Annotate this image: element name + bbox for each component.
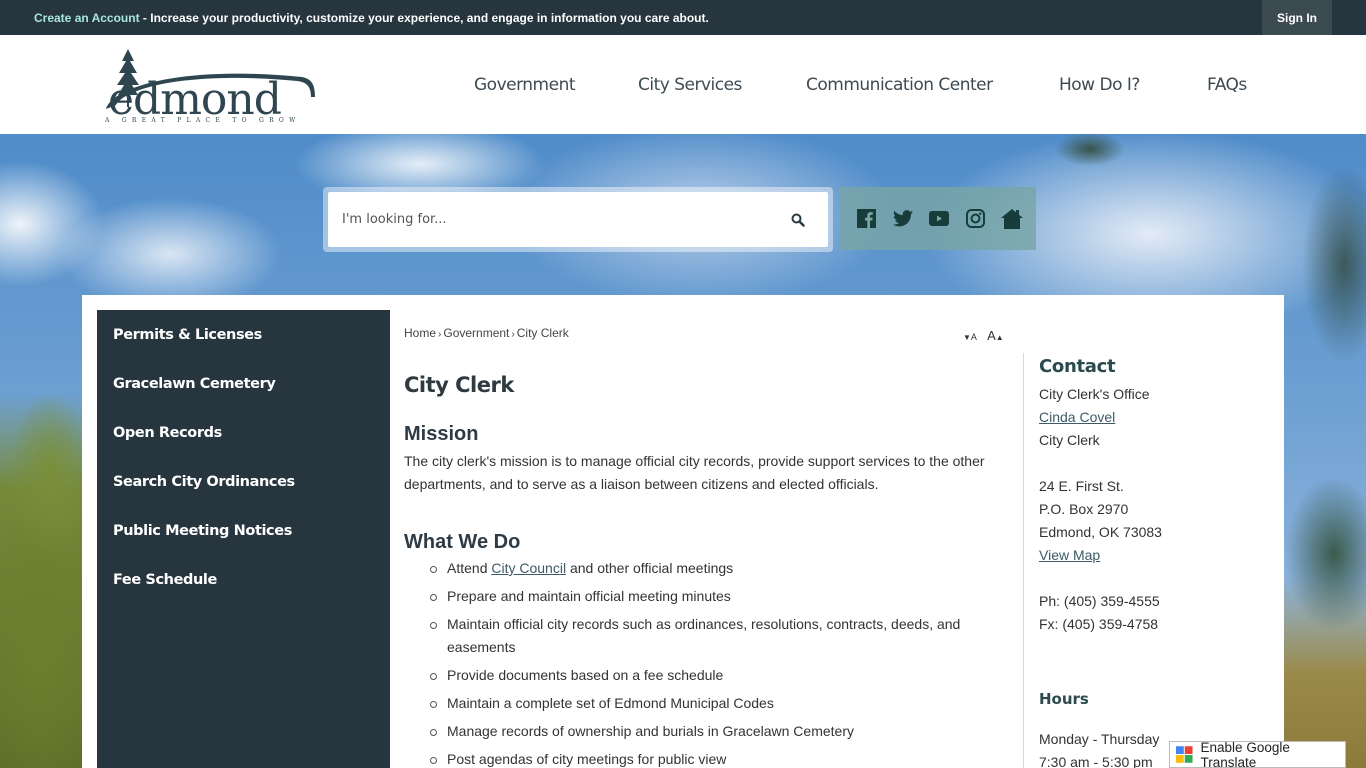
nav-how-do-i[interactable]: How Do I? bbox=[1059, 75, 1140, 95]
contact-address-line1: 24 E. First St. bbox=[1039, 478, 1124, 494]
list-item: Manage records of ownership and burials … bbox=[430, 720, 1010, 743]
increase-font-label: A bbox=[987, 328, 996, 343]
contact-person-link[interactable]: Cinda Covel bbox=[1039, 409, 1115, 425]
create-account-link[interactable]: Create an Account bbox=[34, 11, 140, 25]
list-item-text: and other official meetings bbox=[566, 560, 734, 576]
triangle-up-icon: ▲ bbox=[995, 333, 1004, 342]
tree-foliage-right bbox=[1284, 134, 1366, 768]
list-item: Provide documents based on a fee schedul… bbox=[430, 664, 1010, 687]
account-promo-text: - Increase your productivity, customize … bbox=[139, 11, 709, 25]
mission-heading: Mission bbox=[404, 423, 479, 445]
site-search bbox=[323, 187, 833, 252]
contact-address-line2: P.O. Box 2970 bbox=[1039, 501, 1129, 517]
what-we-do-list: Attend City Council and other official m… bbox=[430, 557, 1010, 768]
nav-city-services[interactable]: City Services bbox=[638, 75, 742, 95]
decrease-font-label: A bbox=[970, 332, 977, 342]
mission-text: The city clerk's mission is to manage of… bbox=[404, 453, 985, 492]
social-links bbox=[840, 187, 1036, 250]
svg-text:A GREAT PLACE TO GROW: A GREAT PLACE TO GROW bbox=[104, 117, 301, 123]
contact-phone: Ph: (405) 359-4555 bbox=[1039, 593, 1160, 609]
twitter-icon bbox=[892, 210, 913, 227]
breadcrumb-home[interactable]: Home bbox=[404, 326, 436, 340]
list-item: Maintain official city records such as o… bbox=[430, 613, 1010, 659]
increase-font-button[interactable]: A▲ bbox=[987, 328, 1004, 343]
list-item-text: Attend bbox=[447, 560, 492, 576]
search-icon bbox=[791, 213, 805, 227]
tree-branch-top bbox=[1030, 134, 1140, 194]
sign-in-button[interactable]: Sign In bbox=[1262, 0, 1332, 35]
font-size-controls: ▼A A▲ bbox=[963, 328, 1004, 343]
google-translate-icon bbox=[1176, 746, 1193, 763]
breadcrumb: Home › Government › City Clerk bbox=[404, 326, 569, 340]
facebook-link[interactable] bbox=[854, 207, 878, 231]
contact-block: Contact City Clerk's Office Cinda Covel … bbox=[1039, 356, 1274, 636]
sidebar-item-open-records[interactable]: Open Records bbox=[113, 425, 222, 441]
instagram-icon bbox=[965, 209, 985, 228]
hours-block: Monday - Thursday 7:30 am - 5:30 pm bbox=[1039, 728, 1159, 768]
city-council-link[interactable]: City Council bbox=[491, 560, 566, 576]
google-translate-label: Enable Google Translate bbox=[1200, 739, 1290, 768]
account-message: Create an Account - Increase your produc… bbox=[34, 11, 709, 25]
home-link[interactable] bbox=[1000, 207, 1024, 231]
home-icon bbox=[1000, 208, 1023, 229]
page-title: City Clerk bbox=[404, 373, 514, 397]
youtube-link[interactable] bbox=[927, 207, 951, 231]
view-map-link[interactable]: View Map bbox=[1039, 547, 1100, 563]
triangle-down-icon: ▼ bbox=[963, 333, 971, 342]
search-button[interactable] bbox=[768, 192, 828, 247]
site-header: edmond A GREAT PLACE TO GROW Government … bbox=[0, 35, 1366, 134]
what-we-do-heading: What We Do bbox=[404, 531, 521, 553]
list-item: Prepare and maintain official meeting mi… bbox=[430, 585, 1010, 608]
contact-address-line3: Edmond, OK 73083 bbox=[1039, 524, 1162, 540]
google-translate-button[interactable]: Enable Google Translate bbox=[1169, 739, 1346, 768]
account-bar: Create an Account - Increase your produc… bbox=[0, 0, 1366, 35]
main-nav: Government City Services Communication C… bbox=[0, 75, 1366, 101]
nav-government[interactable]: Government bbox=[474, 75, 576, 95]
contact-office: City Clerk's Office bbox=[1039, 386, 1150, 402]
hours-time: 7:30 am - 5:30 pm bbox=[1039, 754, 1153, 768]
nav-faqs[interactable]: FAQs bbox=[1207, 75, 1247, 95]
breadcrumb-separator: › bbox=[438, 329, 442, 340]
search-box bbox=[328, 192, 828, 247]
sidebar-item-gracelawn-cemetery[interactable]: Gracelawn Cemetery bbox=[113, 376, 276, 392]
breadcrumb-current: City Clerk bbox=[516, 326, 569, 340]
nav-communication-center[interactable]: Communication Center bbox=[806, 75, 993, 95]
twitter-link[interactable] bbox=[891, 207, 915, 231]
hours-days: Monday - Thursday bbox=[1039, 731, 1160, 747]
contact-person-title: City Clerk bbox=[1039, 432, 1100, 448]
breadcrumb-government[interactable]: Government bbox=[443, 326, 509, 340]
instagram-link[interactable] bbox=[963, 207, 987, 231]
contact-heading: Contact bbox=[1039, 356, 1116, 377]
contact-fax: Fx: (405) 359-4758 bbox=[1039, 616, 1159, 632]
facebook-icon bbox=[856, 209, 876, 228]
sidebar-item-search-city-ordinances[interactable]: Search City Ordinances bbox=[113, 474, 295, 490]
list-item: Attend City Council and other official m… bbox=[430, 557, 1010, 580]
breadcrumb-separator: › bbox=[511, 329, 515, 340]
decrease-font-button[interactable]: ▼A bbox=[963, 328, 977, 343]
search-input[interactable] bbox=[328, 192, 768, 247]
list-item: Maintain a complete set of Edmond Munici… bbox=[430, 692, 1010, 715]
column-divider bbox=[1023, 353, 1024, 768]
hours-heading: Hours bbox=[1039, 690, 1089, 708]
sidebar-item-permits-licenses[interactable]: Permits & Licenses bbox=[113, 327, 262, 343]
youtube-icon bbox=[928, 211, 949, 226]
sidebar-item-public-meeting-notices[interactable]: Public Meeting Notices bbox=[113, 523, 292, 539]
list-item: Post agendas of city meetings for public… bbox=[430, 748, 1010, 768]
sidebar-nav: Permits & Licenses Gracelawn Cemetery Op… bbox=[97, 310, 390, 768]
sidebar-item-fee-schedule[interactable]: Fee Schedule bbox=[113, 572, 217, 588]
